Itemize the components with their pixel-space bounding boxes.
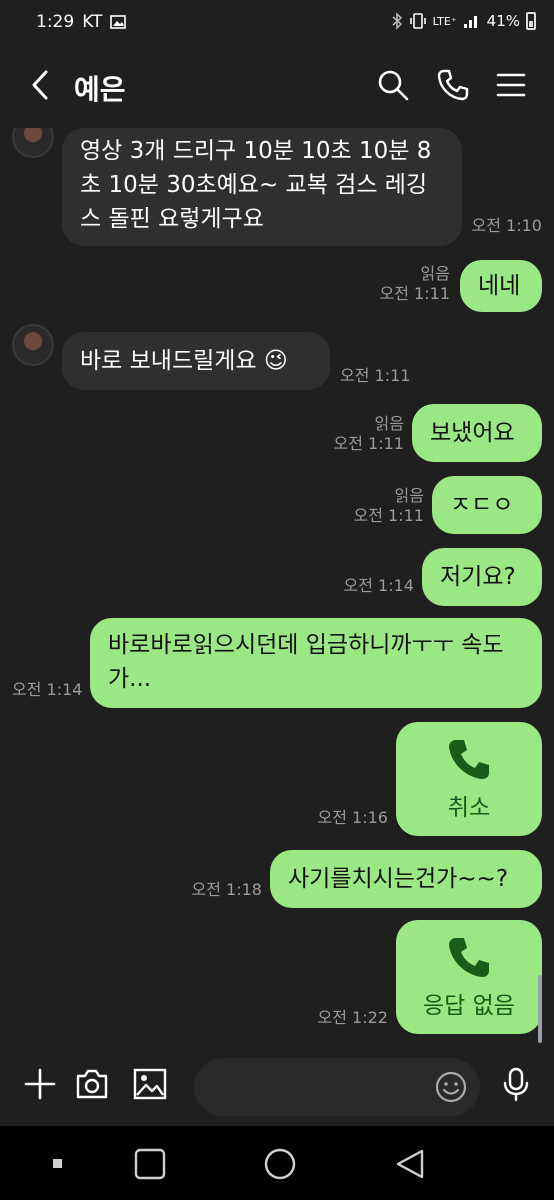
- search-icon[interactable]: [376, 68, 410, 102]
- back-arrow-icon[interactable]: [24, 68, 58, 102]
- navigation-bar: [0, 1126, 554, 1200]
- vibrate-icon: [409, 13, 426, 29]
- recent-apps-icon[interactable]: [132, 1146, 168, 1182]
- battery-icon: [526, 12, 536, 30]
- camera-icon[interactable]: [74, 1066, 110, 1102]
- phone-icon: [449, 938, 489, 977]
- message-bubble-incoming[interactable]: 바로 보내드릴게요 😉: [62, 332, 330, 390]
- message-time: 오전 1:14: [12, 680, 83, 699]
- gallery-notification-icon: [110, 15, 127, 29]
- message-time: 오전 1:14: [343, 576, 414, 595]
- message-bubble-outgoing[interactable]: ㅈㄷㅇ: [432, 476, 542, 534]
- message-time: 오전 1:18: [191, 880, 262, 899]
- call-bubble-cancelled[interactable]: 취소: [396, 722, 542, 836]
- chat-area[interactable]: 영상 3개 드리구 10분 10초 10분 8초 10분 30초예요~ 교복 검…: [0, 128, 554, 1048]
- avatar[interactable]: [12, 128, 54, 158]
- message-input[interactable]: [214, 1068, 434, 1106]
- plus-icon[interactable]: [22, 1066, 58, 1102]
- message-time: 오전 1:16: [317, 808, 388, 827]
- status-bar: 1:29 KT LTE⁺ 41%: [0, 0, 554, 44]
- phone-icon[interactable]: [436, 68, 470, 102]
- call-bubble-no-answer[interactable]: 응답 없음: [396, 920, 542, 1034]
- avatar[interactable]: [12, 324, 54, 366]
- menu-icon[interactable]: [494, 68, 528, 102]
- message-meta: 읽음 오전 1:11: [333, 414, 404, 453]
- mic-icon[interactable]: [498, 1066, 534, 1102]
- back-icon[interactable]: [392, 1146, 428, 1182]
- message-bubble-outgoing[interactable]: 보냈어요: [412, 404, 542, 462]
- message-time: 오전 1:22: [317, 1008, 388, 1027]
- message-meta: 읽음 오전 1:11: [353, 486, 424, 525]
- message-input-container[interactable]: [194, 1058, 480, 1116]
- message-time: 오전 1:11 오전 1:10: [471, 216, 542, 235]
- home-icon[interactable]: [262, 1146, 298, 1182]
- bluetooth-icon: [392, 12, 402, 30]
- message-meta: 읽음 오전 1:11: [379, 264, 450, 303]
- message-bubble-incoming[interactable]: 영상 3개 드리구 10분 10초 10분 8초 10분 30초예요~ 교복 검…: [62, 128, 462, 246]
- emoji-icon[interactable]: [434, 1070, 468, 1104]
- network-type: LTE⁺: [432, 14, 457, 28]
- battery-percent: 41%: [486, 12, 520, 30]
- chat-title: 예은: [74, 73, 126, 106]
- recents-dot-icon[interactable]: [40, 1146, 76, 1182]
- input-bar: [0, 1048, 554, 1126]
- scrollbar[interactable]: [538, 975, 542, 1043]
- carrier: KT: [82, 12, 103, 32]
- signal-icon: [463, 16, 477, 28]
- chat-header: 예은: [0, 44, 554, 128]
- phone-icon: [449, 740, 489, 779]
- image-icon[interactable]: [132, 1066, 168, 1102]
- message-bubble-outgoing[interactable]: 사기를치시는건가~~?: [270, 850, 542, 908]
- message-bubble-outgoing[interactable]: 바로바로읽으시던데 입금하니까ㅜㅜ 속도가...: [90, 618, 542, 708]
- message-bubble-outgoing[interactable]: 네네: [460, 260, 542, 312]
- clock: 1:29: [36, 12, 75, 32]
- message-time: 오전 1:11: [340, 366, 411, 385]
- message-bubble-outgoing[interactable]: 저기요?: [422, 548, 542, 606]
